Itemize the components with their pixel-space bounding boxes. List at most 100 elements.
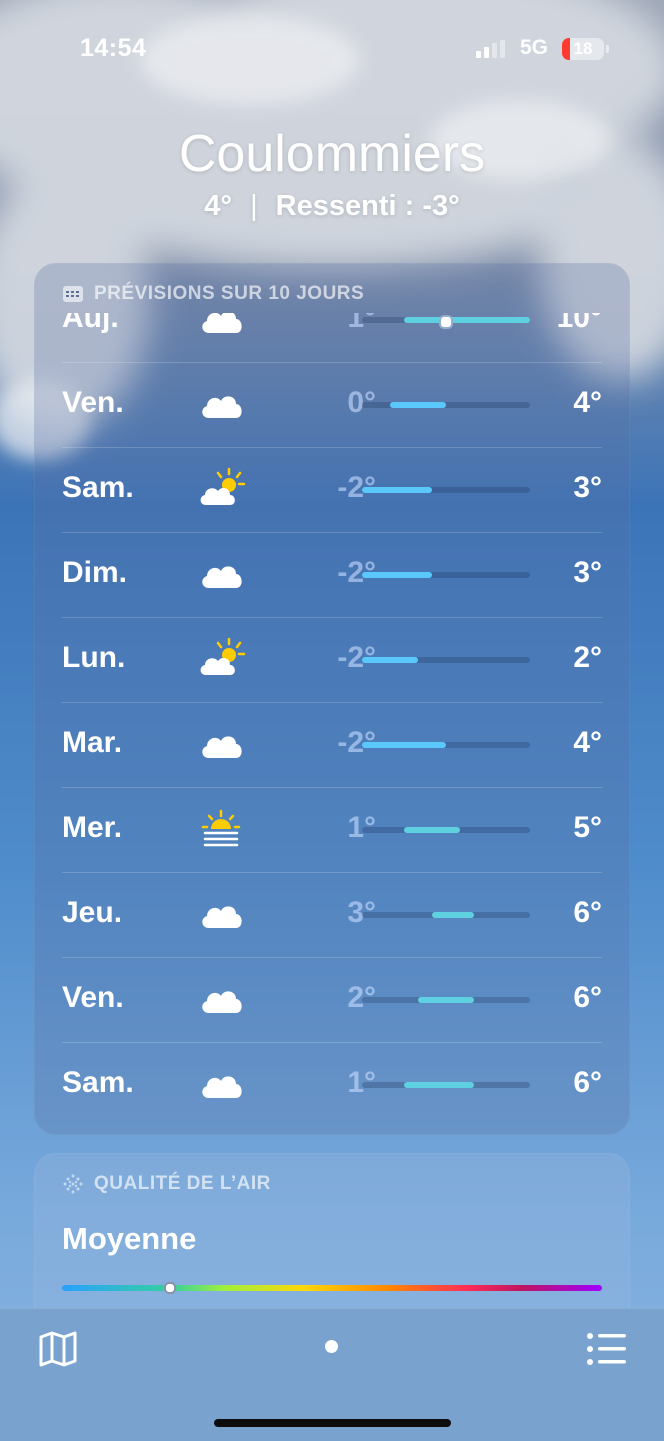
forecast-high: 5° (573, 811, 602, 844)
air-quality-scale (62, 1282, 602, 1294)
separator: | (250, 190, 258, 222)
air-quality-icon (63, 1174, 83, 1194)
temperature-range-bar (418, 997, 474, 1003)
row-divider (62, 872, 602, 873)
row-divider (62, 362, 602, 363)
forecast-day: Jeu. (62, 896, 123, 929)
cloud-icon (202, 566, 242, 588)
forecast-weather-icon (196, 635, 246, 685)
forecast-weather-icon (196, 805, 246, 855)
cloud-icon (202, 906, 242, 928)
forecast-high: 3° (573, 471, 602, 504)
temperature-range-bar (390, 402, 446, 408)
forecast-high: 6° (573, 896, 602, 929)
forecast-high: 4° (573, 726, 602, 759)
forecast-row[interactable]: Dim. -2° 3° (62, 532, 602, 617)
temperature-range-bar (362, 572, 432, 578)
list-icon[interactable] (586, 1329, 628, 1369)
row-divider (62, 532, 602, 533)
forecast-weather-icon (196, 313, 246, 345)
temperature-range-track (362, 997, 530, 1003)
temperature-range-track (362, 742, 530, 748)
air-quality-title-text: QUALITÉ DE L’AIR (94, 1173, 271, 1194)
temperature-range-bar (362, 742, 446, 748)
fog-sun-icon (201, 809, 241, 847)
home-indicator[interactable] (214, 1419, 451, 1427)
forecast-day: Ven. (62, 981, 124, 1014)
map-icon[interactable] (38, 1329, 78, 1369)
battery-tip (606, 45, 609, 53)
forecast-day: Dim. (62, 556, 128, 589)
forecast-title-text: PRÉVISIONS SUR 10 JOURS (94, 283, 365, 304)
row-divider (62, 787, 602, 788)
forecast-day: Sam. (62, 1066, 134, 1099)
temperature-range-track (362, 827, 530, 833)
forecast-row[interactable]: Auj. 1° 10° (62, 313, 602, 362)
row-divider (62, 702, 602, 703)
forecast-row[interactable]: Ven. 0° 4° (62, 362, 602, 447)
forecast-day: Ven. (62, 386, 124, 419)
status-bar: 14:54 5G 18 (0, 34, 664, 70)
forecast-row[interactable]: Mer. 1° 5° (62, 787, 602, 872)
temperature-range-bar (432, 912, 474, 918)
bottom-toolbar (0, 1308, 664, 1441)
forecast-day: Auj. (62, 313, 119, 334)
forecast-weather-icon (196, 975, 246, 1025)
temperature-range-track (362, 487, 530, 493)
feels-like: Ressenti : -3° (275, 190, 460, 222)
forecast-row[interactable]: Ven. 2° 6° (62, 957, 602, 1042)
battery-level: 18 (573, 39, 593, 58)
network-type: 5G (520, 36, 549, 59)
forecast-high: 2° (573, 641, 602, 674)
forecast-row[interactable]: Lun. -2° 2° (62, 617, 602, 702)
current-temperature-dot (439, 315, 453, 329)
row-divider (62, 617, 602, 618)
forecast-card-title: PRÉVISIONS SUR 10 JOURS (62, 283, 364, 305)
cloud-icon (202, 313, 242, 333)
location-header: Coulommiers 4° | Ressenti : -3° (0, 122, 664, 223)
cloud-icon (202, 1076, 242, 1098)
forecast-weather-icon (196, 550, 246, 600)
forecast-row[interactable]: Sam. 1° 6° (62, 1042, 602, 1127)
temperature-range-track (362, 315, 530, 329)
temperature-range-bar (362, 657, 418, 663)
forecast-day: Mer. (62, 811, 123, 844)
temperature-range-bar (362, 487, 432, 493)
air-quality-card-title: QUALITÉ DE L’AIR (62, 1173, 271, 1195)
forecast-weather-icon (196, 465, 246, 515)
forecast-row[interactable]: Jeu. 3° 6° (62, 872, 602, 957)
current-temperature: 4° (204, 190, 232, 222)
temperature-range-track (362, 657, 530, 663)
partly-sunny-icon (200, 637, 246, 675)
partly-sunny-icon (200, 467, 246, 505)
forecast-day: Lun. (62, 641, 126, 674)
temperature-range-track (362, 572, 530, 578)
page-indicator-dot[interactable] (325, 1340, 338, 1353)
forecast-rows: Auj. 1° 10° Ven. 0° 4° Sam. -2° 3° Dim. -2° 3° Lun. -… (34, 313, 630, 1135)
signal-icon (476, 40, 505, 58)
air-quality-marker (164, 1282, 176, 1294)
forecast-high: 10° (556, 313, 602, 334)
forecast-weather-icon (196, 380, 246, 430)
row-divider (62, 447, 602, 448)
forecast-weather-icon (196, 720, 246, 770)
forecast-day: Mar. (62, 726, 123, 759)
status-time: 14:54 (80, 34, 147, 62)
forecast-row[interactable]: Sam. -2° 3° (62, 447, 602, 532)
forecast-card[interactable]: PRÉVISIONS SUR 10 JOURS Auj. 1° 10° Ven. 0° 4… (34, 263, 630, 1135)
temperature-range-bar (404, 827, 460, 833)
row-divider (62, 957, 602, 958)
row-divider (62, 1042, 602, 1043)
forecast-day: Sam. (62, 471, 134, 504)
forecast-weather-icon (196, 1060, 246, 1110)
forecast-row[interactable]: Mar. -2° 4° (62, 702, 602, 787)
cloud-icon (202, 736, 242, 758)
temperature-range-bar (404, 317, 530, 323)
city-name: Coulommiers (178, 125, 486, 183)
cloud-icon (202, 991, 242, 1013)
temperature-range-track (362, 1082, 530, 1088)
forecast-high: 6° (573, 1066, 602, 1099)
calendar-icon (63, 286, 83, 302)
forecast-high: 6° (573, 981, 602, 1014)
forecast-high: 4° (573, 386, 602, 419)
